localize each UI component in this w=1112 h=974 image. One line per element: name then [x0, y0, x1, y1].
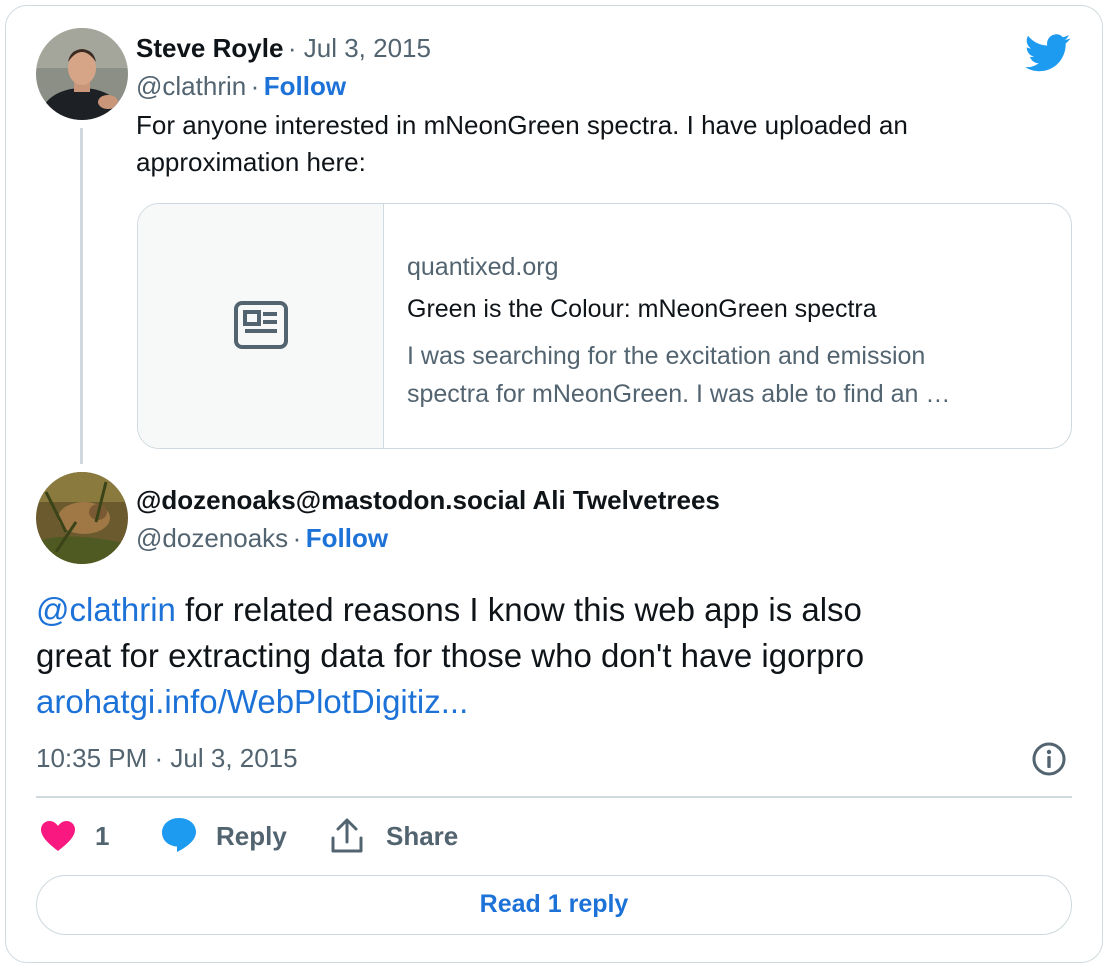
like-count[interactable]: 1: [95, 821, 109, 852]
tweet1-text: For anyone interested in mNeonGreen spec…: [136, 107, 1036, 181]
preview-domain: quantixed.org: [407, 253, 559, 281]
separator-dot: ·: [250, 71, 260, 101]
tweet1-text-line: approximation here:: [136, 147, 366, 177]
tweet2-text-line: great for extracting data for those who …: [36, 637, 865, 674]
divider: [36, 796, 1072, 798]
reply-button[interactable]: Reply: [216, 821, 287, 852]
article-icon: [234, 301, 288, 349]
preview-title: Green is the Colour: mNeonGreen spectra: [407, 295, 877, 323]
twitter-bird-icon[interactable]: [1025, 34, 1071, 72]
share-icon[interactable]: [330, 818, 364, 854]
author-name[interactable]: Steve Royle: [136, 33, 283, 63]
follow-button[interactable]: Follow: [264, 71, 346, 101]
avatar-steve-royle[interactable]: [36, 28, 128, 120]
avatar-photo: [36, 472, 128, 564]
author-handle[interactable]: @clathrin: [136, 71, 246, 101]
follow-button[interactable]: Follow: [306, 523, 388, 553]
tweet2-handle-row: @dozenoaks · Follow: [136, 523, 388, 554]
reply-bubble-icon[interactable]: [160, 816, 198, 854]
separator-dot: ·: [292, 523, 302, 553]
tweet1-header: Steve Royle · Jul 3, 2015: [136, 33, 431, 64]
heart-icon[interactable]: [40, 820, 76, 852]
tweet2-text-segment: for related reasons I know this web app …: [175, 591, 862, 628]
tweet1-handle-row: @clathrin · Follow: [136, 71, 346, 102]
author-name[interactable]: @dozenoaks@mastodon.social Ali Twelvetre…: [136, 485, 720, 515]
link-preview-card[interactable]: quantixed.org Green is the Colour: mNeon…: [137, 203, 1072, 449]
external-link[interactable]: arohatgi.info/WebPlotDigitiz...: [36, 679, 1076, 725]
tweet-timestamp[interactable]: 10:35 PM · Jul 3, 2015: [36, 743, 298, 774]
read-replies-button[interactable]: Read 1 reply: [36, 875, 1072, 935]
preview-description-line: I was searching for the excitation and e…: [407, 342, 926, 370]
thread-connector-line: [80, 128, 83, 464]
tweet2-header: @dozenoaks@mastodon.social Ali Twelvetre…: [136, 485, 720, 516]
tweet1-text-line: For anyone interested in mNeonGreen spec…: [136, 110, 908, 140]
mention-link[interactable]: @clathrin: [36, 591, 176, 628]
tweet-date[interactable]: · Jul 3, 2015: [288, 33, 431, 63]
author-handle[interactable]: @dozenoaks: [136, 523, 288, 553]
link-preview-thumbnail: [138, 204, 384, 448]
preview-description: I was searching for the excitation and e…: [407, 337, 950, 413]
info-icon[interactable]: [1031, 741, 1067, 777]
avatar-photo: [36, 28, 128, 120]
share-button[interactable]: Share: [386, 821, 458, 852]
preview-description-line: spectra for mNeonGreen. I was able to fi…: [407, 380, 951, 408]
avatar-ali-twelvetrees[interactable]: [36, 472, 128, 564]
tweet2-text-line: @clathrin for related reasons I know thi…: [36, 587, 1076, 633]
tweet2-text: @clathrin for related reasons I know thi…: [36, 587, 1076, 725]
